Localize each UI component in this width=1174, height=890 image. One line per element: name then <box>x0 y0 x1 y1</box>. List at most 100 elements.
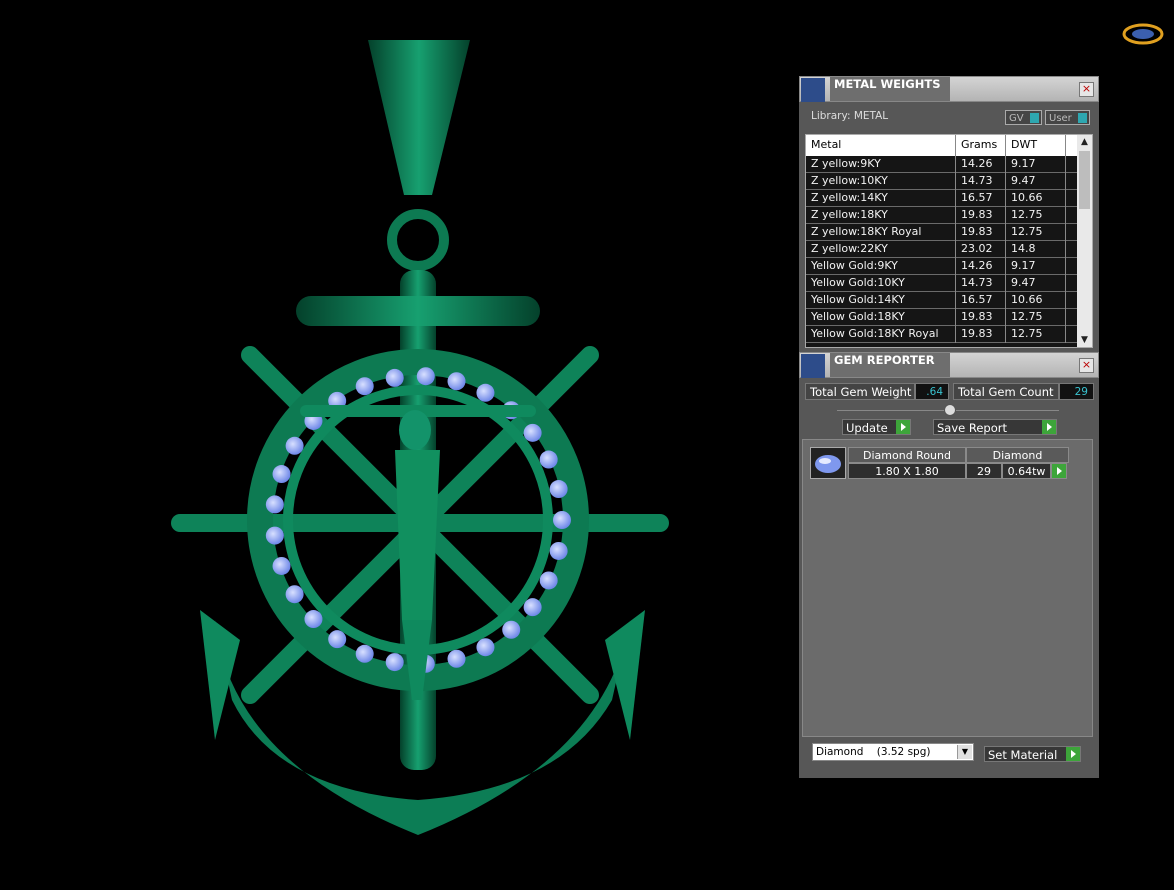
table-row[interactable]: Z yellow:18KY 19.83 12.75 <box>806 207 1078 224</box>
material-select[interactable]: Diamond (3.52 spg) ▼ <box>812 743 974 761</box>
cell-grams: 14.26 <box>956 258 1006 275</box>
cell-metal: Z yellow:22KY <box>806 241 956 258</box>
cell-metal: Yellow Gold:18KY <box>806 309 956 326</box>
save-report-button-label: Save Report <box>937 421 1008 435</box>
update-button-label: Update <box>846 421 888 435</box>
cell-metal: Yellow Gold:9KY <box>806 258 956 275</box>
cell-dwt: 12.75 <box>1006 309 1066 326</box>
diamond-gem <box>385 368 404 387</box>
diamond-gem <box>272 556 291 575</box>
metal-weights-panel: METAL WEIGHTS × Library: METAL GV User M… <box>799 76 1099 352</box>
library-label: Library: METAL <box>811 110 889 122</box>
diamond-gem <box>385 653 404 672</box>
metal-table[interactable]: Metal Grams DWT Z yellow:9KY 14.26 9.17 Z y… <box>805 134 1093 348</box>
diamond-gem <box>523 423 542 442</box>
play-icon <box>1066 747 1080 761</box>
3d-viewport[interactable] <box>0 0 790 887</box>
gem-reporter-icon <box>801 354 825 378</box>
cell-dwt: 9.47 <box>1006 275 1066 292</box>
diamond-gem <box>355 644 374 663</box>
gem-count: 29 <box>966 463 1002 479</box>
update-button[interactable]: Update <box>842 419 911 435</box>
diamond-gem <box>265 495 284 514</box>
diamond-round-icon[interactable] <box>810 447 846 479</box>
save-report-button[interactable]: Save Report <box>933 419 1057 435</box>
diamond-gem <box>553 511 571 529</box>
cell-metal: Z yellow:18KY Royal <box>806 224 956 241</box>
scroll-up-icon[interactable]: ▲ <box>1077 135 1092 149</box>
cell-metal: Z yellow:10KY <box>806 173 956 190</box>
cell-grams: 14.73 <box>956 275 1006 292</box>
gv-toggle[interactable]: GV <box>1005 110 1042 125</box>
table-row[interactable]: Yellow Gold:10KY 14.73 9.47 <box>806 275 1078 292</box>
diamond-gem <box>539 450 558 469</box>
diamond-gem <box>265 526 284 545</box>
table-row[interactable]: Z yellow:10KY 14.73 9.47 <box>806 173 1078 190</box>
diamond-gem <box>523 598 542 617</box>
table-row[interactable]: Z yellow:22KY 23.02 14.8 <box>806 241 1078 258</box>
column-header-grams[interactable]: Grams <box>956 135 1006 156</box>
cell-grams: 19.83 <box>956 224 1006 241</box>
diamond-gem <box>476 383 495 402</box>
diamond-gem <box>447 372 466 391</box>
column-header-metal[interactable]: Metal <box>806 135 956 156</box>
diamond-gem <box>304 610 323 629</box>
chevron-down-icon[interactable]: ▼ <box>957 745 972 759</box>
scroll-down-icon[interactable]: ▼ <box>1077 333 1092 347</box>
cell-grams: 16.57 <box>956 292 1006 309</box>
diamond-gem <box>539 571 558 590</box>
table-row[interactable]: Yellow Gold:14KY 16.57 10.66 <box>806 292 1078 309</box>
diamond-gem <box>272 465 291 484</box>
gem-list[interactable]: Diamond Round 1.80 X 1.80 Diamond 29 0.6… <box>802 439 1093 737</box>
play-icon <box>896 420 910 434</box>
table-row[interactable]: Z yellow:18KY Royal 19.83 12.75 <box>806 224 1078 241</box>
cell-grams: 14.26 <box>956 156 1006 173</box>
play-icon <box>1042 420 1056 434</box>
column-header-dwt[interactable]: DWT <box>1006 135 1066 156</box>
metal-table-scrollbar[interactable]: ▲ ▼ <box>1077 135 1092 347</box>
gem-reporter-panel: GEM REPORTER × Total Gem Weight .64 Tota… <box>799 352 1099 778</box>
total-gem-count-label: Total Gem Count <box>953 383 1059 400</box>
gem-go-icon[interactable] <box>1051 463 1067 479</box>
diamond-gem <box>476 638 495 657</box>
cell-dwt: 10.66 <box>1006 190 1066 207</box>
diamond-gem <box>285 585 304 604</box>
diamond-gem <box>447 649 466 668</box>
diamond-gem <box>355 377 374 396</box>
slider-handle[interactable] <box>944 404 956 416</box>
cell-dwt: 14.8 <box>1006 241 1066 258</box>
close-icon[interactable]: × <box>1079 358 1094 373</box>
table-row[interactable]: Z yellow:14KY 16.57 10.66 <box>806 190 1078 207</box>
cell-dwt: 12.75 <box>1006 326 1066 343</box>
gem-material: Diamond <box>966 447 1069 463</box>
table-row[interactable]: Z yellow:9KY 14.26 9.17 <box>806 156 1078 173</box>
table-row[interactable]: Yellow Gold:18KY 19.83 12.75 <box>806 309 1078 326</box>
table-row[interactable]: Yellow Gold:18KY Royal 19.83 12.75 <box>806 326 1078 343</box>
cell-metal: Z yellow:18KY <box>806 207 956 224</box>
metal-weights-titlebar[interactable]: METAL WEIGHTS × <box>799 76 1099 102</box>
gem-shape: Diamond Round <box>848 447 966 463</box>
cell-grams: 19.83 <box>956 326 1006 343</box>
cell-dwt: 9.47 <box>1006 173 1066 190</box>
set-material-button-label: Set Material <box>988 748 1058 762</box>
cell-grams: 19.83 <box>956 207 1006 224</box>
table-row[interactable]: Yellow Gold:9KY 14.26 9.17 <box>806 258 1078 275</box>
diamond-gem <box>328 630 347 649</box>
app-logo-icon[interactable] <box>1122 22 1164 46</box>
cell-metal: Yellow Gold:14KY <box>806 292 956 309</box>
material-select-value: Diamond (3.52 spg) <box>816 746 931 758</box>
total-gem-count-value: 29 <box>1059 383 1094 400</box>
cell-metal: Yellow Gold:10KY <box>806 275 956 292</box>
cell-dwt: 10.66 <box>1006 292 1066 309</box>
cell-dwt: 12.75 <box>1006 207 1066 224</box>
user-toggle[interactable]: User <box>1045 110 1090 125</box>
diamond-gem <box>285 436 304 455</box>
set-material-button[interactable]: Set Material <box>984 746 1081 762</box>
scroll-thumb[interactable] <box>1079 151 1090 209</box>
diamond-gem <box>416 367 435 386</box>
total-gem-weight-label: Total Gem Weight <box>805 383 915 400</box>
cell-metal: Yellow Gold:18KY Royal <box>806 326 956 343</box>
gem-reporter-titlebar[interactable]: GEM REPORTER × <box>799 352 1099 378</box>
close-icon[interactable]: × <box>1079 82 1094 97</box>
cell-grams: 23.02 <box>956 241 1006 258</box>
